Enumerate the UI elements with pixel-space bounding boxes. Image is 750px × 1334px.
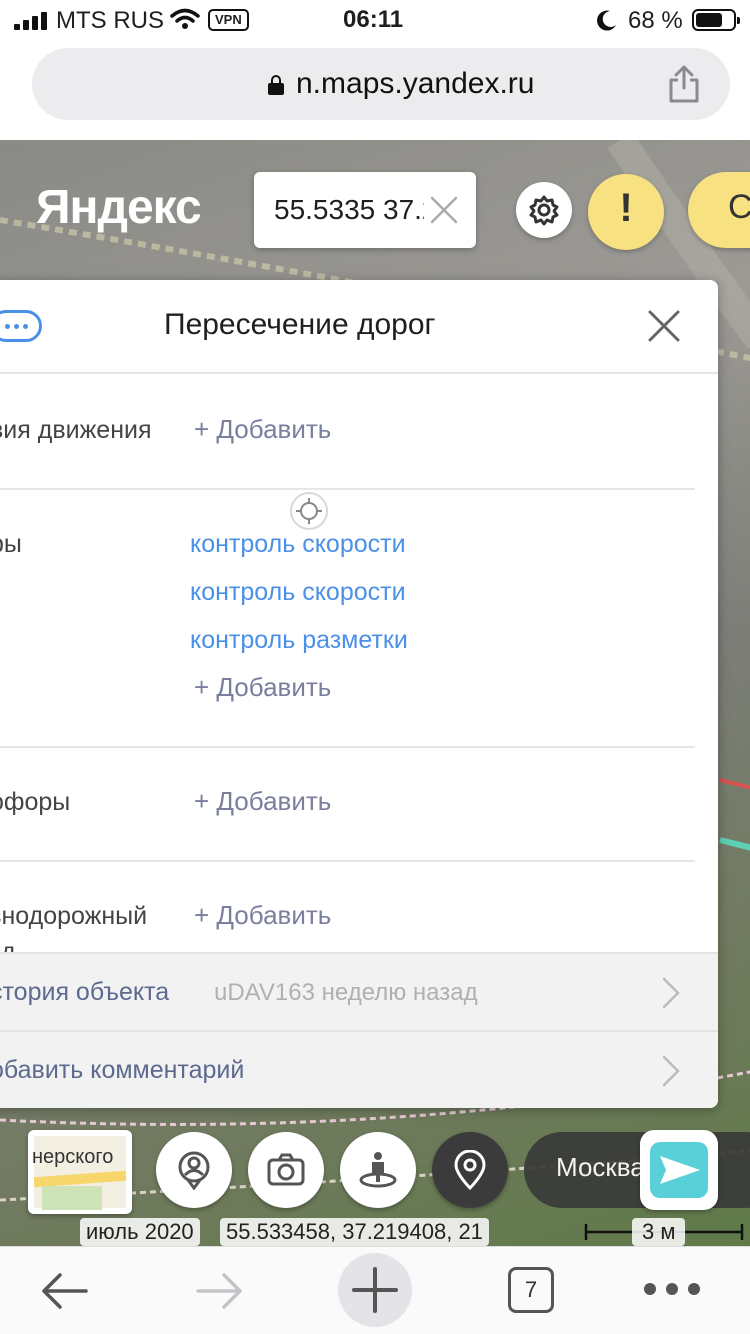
speed-control-link[interactable]: контроль скорости — [190, 578, 406, 607]
history-label: стория объекта — [0, 978, 170, 1006]
status-bar: MTS RUS VPN 06:11 68 % — [0, 0, 750, 40]
moon-icon — [597, 10, 616, 31]
chevron-right-icon — [662, 1055, 680, 1087]
more-icon[interactable] — [644, 1283, 700, 1297]
add-button[interactable]: + Добавить — [194, 786, 331, 817]
more-options-button[interactable] — [0, 310, 42, 342]
add-button[interactable]: + Добавить — [194, 672, 331, 703]
attribute-row: вия движения + Добавить — [0, 376, 695, 490]
url-text[interactable]: n.maps.yandex.ru — [296, 67, 534, 101]
report-button[interactable]: ! — [588, 174, 664, 250]
settings-button[interactable] — [516, 182, 572, 238]
cursor-coordinates-chip: 55.533458, 37.219408, 21 — [220, 1218, 489, 1246]
speed-control-link[interactable]: контроль скорости — [190, 530, 406, 559]
lock-icon — [268, 75, 284, 95]
send-feedback-button[interactable] — [640, 1130, 718, 1210]
object-history-row[interactable]: стория объекта uDAV163 неделю назад — [0, 952, 718, 1030]
add-comment-label: обавить комментарий — [0, 1056, 245, 1084]
attributes-list[interactable]: вия движения + Добавить ры контроль скор… — [0, 376, 718, 952]
attribute-label: вия движения — [0, 416, 152, 444]
minimap-street-name: нерского — [32, 1146, 114, 1168]
browser-address-area: n.maps.yandex.ru — [0, 40, 750, 140]
scale-label: 3 м — [632, 1218, 686, 1246]
battery-icon — [692, 9, 740, 31]
forward-arrow-icon[interactable] — [194, 1271, 246, 1311]
panel-header: Пересечение дорог — [0, 280, 718, 374]
attribute-row: офоры + Добавить — [0, 748, 695, 862]
battery-percent: 68 % — [628, 7, 683, 34]
attribute-row: знодорожный зд + Добавить — [0, 862, 695, 952]
panorama-button[interactable] — [340, 1132, 416, 1208]
create-button-label: С — [728, 188, 750, 226]
clear-icon[interactable] — [428, 194, 460, 226]
street-view-icon — [359, 1152, 397, 1188]
coordinate-input-value[interactable]: 55.5335 37.2 — [274, 194, 424, 226]
yandex-logo[interactable]: Яндекс — [36, 180, 202, 235]
attribute-label: знодорожный — [0, 902, 148, 930]
attribute-label: офоры — [0, 788, 71, 816]
exclamation-icon: ! — [619, 186, 633, 230]
plus-icon — [352, 1267, 398, 1313]
object-panel: Пересечение дорог вия движения + Добавит… — [0, 280, 718, 1108]
add-button[interactable]: + Добавить — [194, 414, 331, 445]
address-bar[interactable]: n.maps.yandex.ru — [32, 48, 730, 120]
crosshair-icon — [296, 498, 322, 524]
browser-toolbar: 7 — [0, 1246, 750, 1334]
camera-icon — [267, 1153, 305, 1186]
tabs-button[interactable]: 7 — [508, 1267, 554, 1313]
person-pin-icon — [178, 1151, 210, 1190]
photos-button[interactable] — [248, 1132, 324, 1208]
history-meta: uDAV163 неделю назад — [214, 979, 478, 1006]
gear-icon — [529, 195, 559, 226]
clock: 06:11 — [343, 6, 404, 33]
locate-object-button[interactable] — [290, 492, 328, 530]
map-view[interactable]: Яндекс 55.5335 37.2 ! С Пересечение доро… — [0, 140, 750, 1246]
close-icon[interactable] — [646, 308, 682, 344]
imagery-date-chip: июль 2020 — [80, 1218, 200, 1246]
marking-control-link[interactable]: контроль разметки — [190, 626, 408, 655]
back-arrow-icon[interactable] — [38, 1271, 90, 1311]
add-button[interactable]: + Добавить — [194, 900, 331, 931]
coordinate-search-input[interactable]: 55.5335 37.2 — [254, 172, 476, 248]
location-pin-icon — [454, 1150, 486, 1190]
attribute-row: ры контроль скорости контроль скорости к… — [0, 490, 695, 748]
attribute-label-continued: зд — [0, 938, 16, 952]
new-tab-button[interactable] — [338, 1253, 412, 1327]
carrier-name: MTS RUS — [56, 7, 164, 34]
minimap-thumbnail[interactable]: нерского — [28, 1130, 132, 1214]
map-pin-button[interactable] — [432, 1132, 508, 1208]
signal-icon — [14, 12, 50, 30]
user-location-button[interactable] — [156, 1132, 232, 1208]
wifi-icon — [170, 8, 200, 29]
panel-title: Пересечение дорог — [164, 308, 436, 341]
send-icon — [660, 1156, 700, 1184]
vpn-badge: VPN — [208, 9, 249, 31]
add-comment-row[interactable]: обавить комментарий — [0, 1030, 718, 1108]
chevron-right-icon — [662, 977, 680, 1009]
attribute-label: ры — [0, 530, 22, 558]
share-icon[interactable] — [666, 64, 702, 104]
